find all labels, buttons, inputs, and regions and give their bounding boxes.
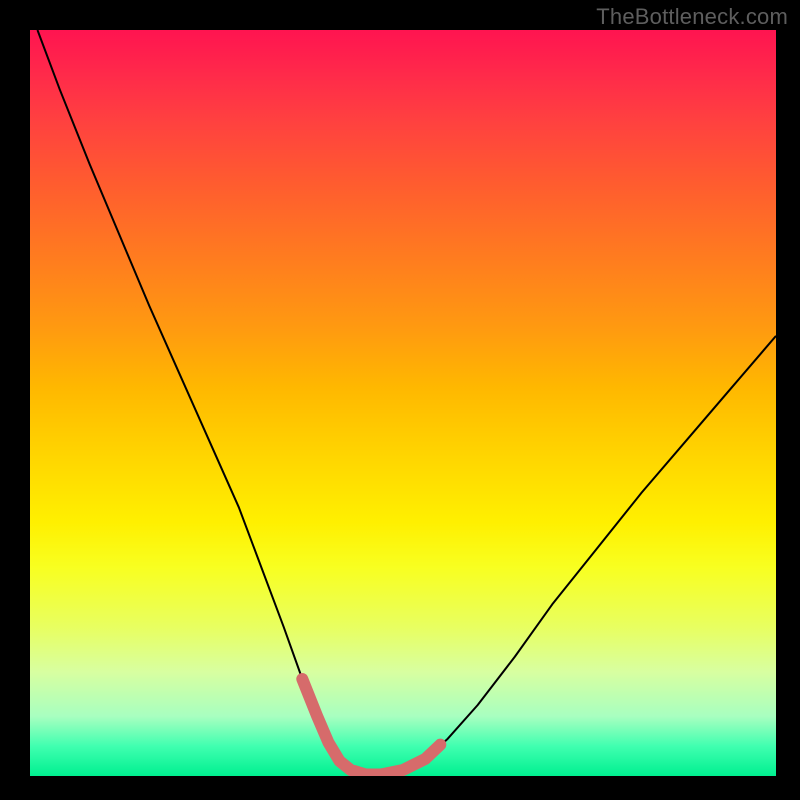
chart-overlay bbox=[0, 0, 800, 800]
chart-frame: TheBottleneck.com bbox=[0, 0, 800, 800]
optimal-range-highlight bbox=[302, 679, 440, 774]
bottleneck-curve bbox=[37, 30, 776, 775]
watermark-text: TheBottleneck.com bbox=[596, 4, 788, 30]
